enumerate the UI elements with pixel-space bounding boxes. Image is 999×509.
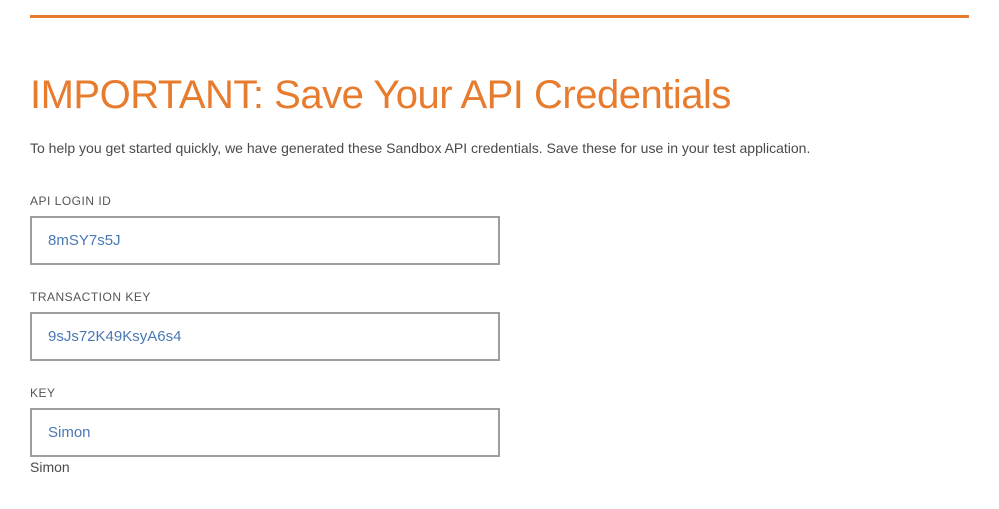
value-transaction-key[interactable]: [30, 312, 500, 361]
label-api-login-id: API LOGIN ID: [30, 194, 969, 208]
intro-text: To help you get started quickly, we have…: [30, 140, 969, 156]
trailing-text: Simon: [30, 459, 969, 475]
field-group-key: KEY: [30, 386, 969, 457]
label-transaction-key: TRANSACTION KEY: [30, 290, 969, 304]
top-divider: [30, 15, 969, 18]
field-group-transaction-key: TRANSACTION KEY: [30, 290, 969, 361]
page-title: IMPORTANT: Save Your API Credentials: [30, 73, 969, 118]
field-group-api-login-id: API LOGIN ID: [30, 194, 969, 265]
value-api-login-id[interactable]: [30, 216, 500, 265]
value-key[interactable]: [30, 408, 500, 457]
label-key: KEY: [30, 386, 969, 400]
